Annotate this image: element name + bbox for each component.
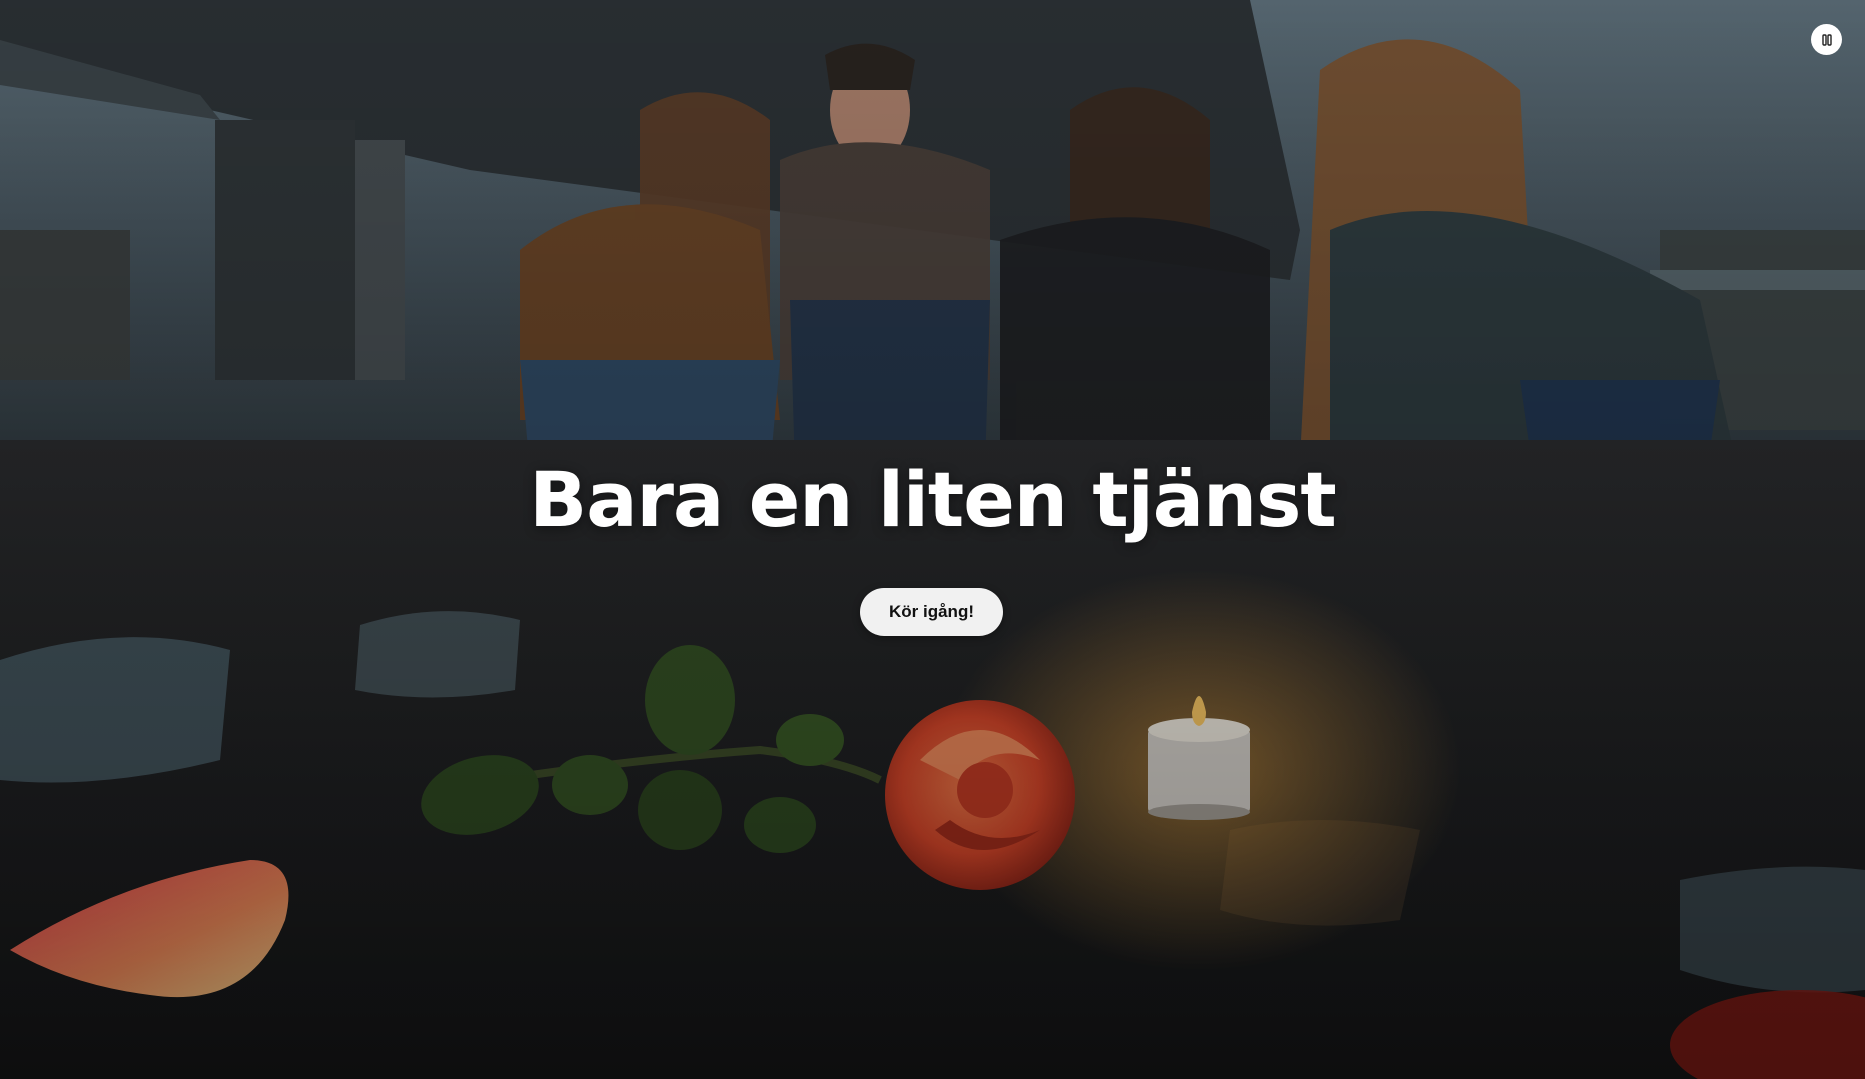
hero-section: Bara en liten tjänst Kör igång! bbox=[0, 0, 1865, 1079]
pause-button[interactable] bbox=[1811, 24, 1842, 55]
get-started-button[interactable]: Kör igång! bbox=[860, 588, 1003, 636]
pause-icon bbox=[1821, 33, 1832, 46]
hero-title: Bara en liten tjänst bbox=[529, 455, 1336, 544]
hero-stage: Bara en liten tjänst Kör igång! bbox=[0, 0, 1865, 1079]
